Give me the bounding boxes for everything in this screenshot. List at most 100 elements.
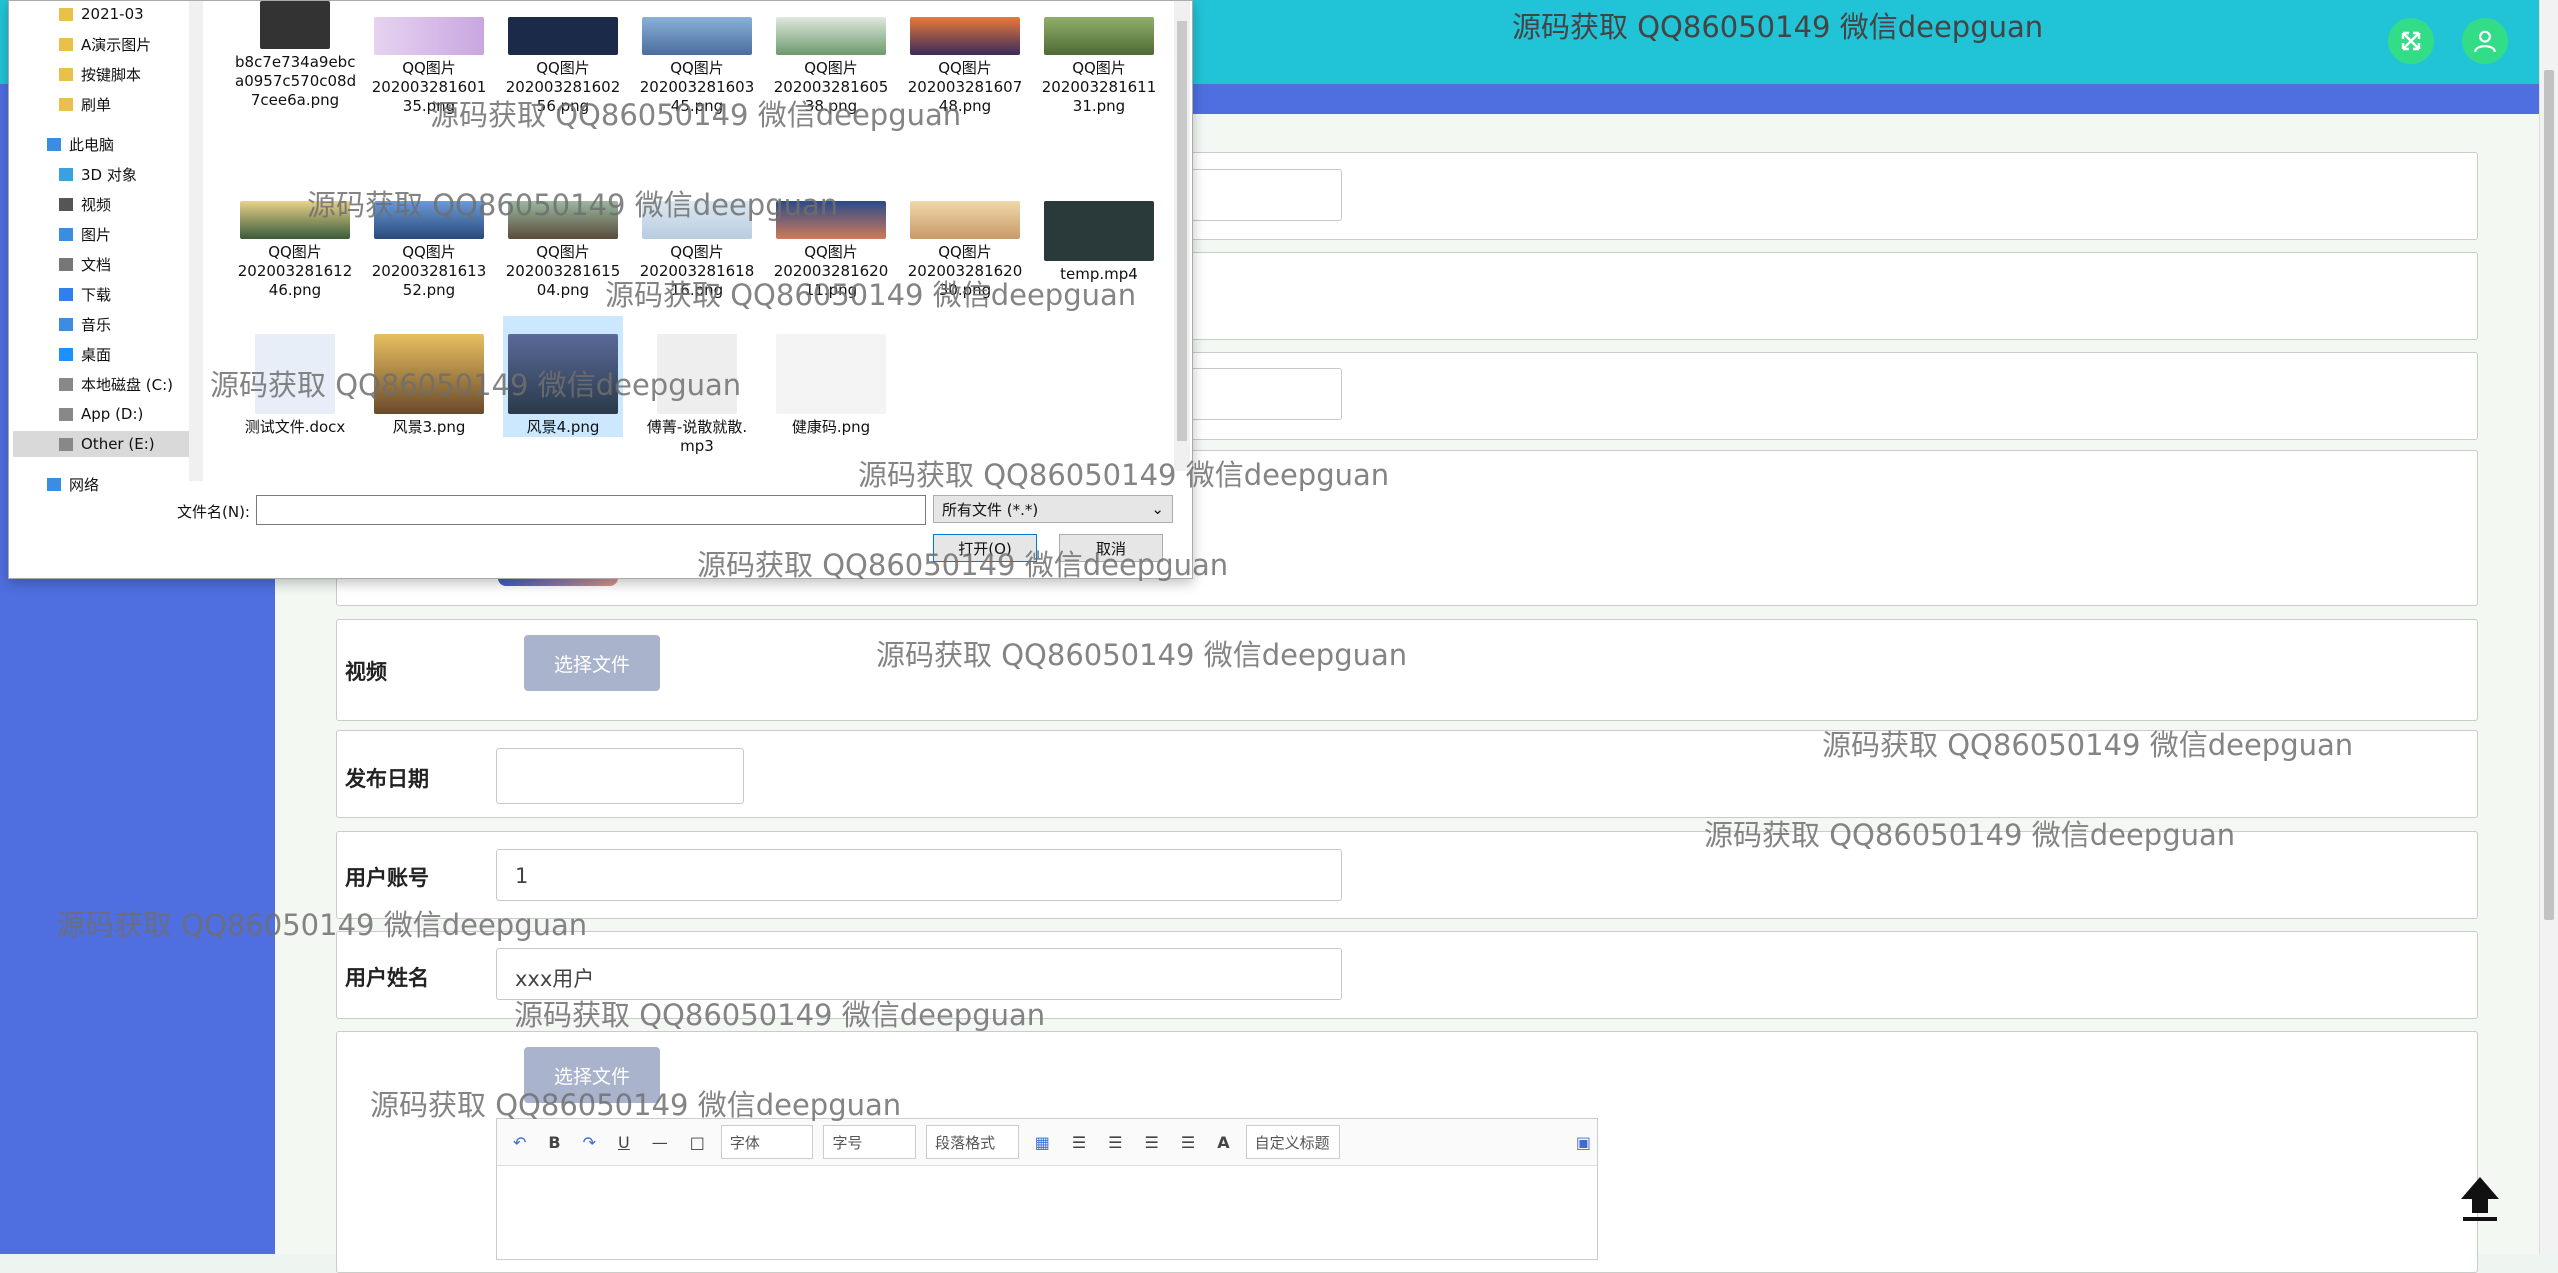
file-item[interactable]: 健康码.png (771, 316, 891, 437)
watermark-text: 源码获取 QQ86050149 微信deepguan (210, 368, 742, 402)
header-watermark: 源码获取 QQ86050149 微信deepguan (1512, 10, 2044, 44)
tree-item[interactable]: 2021-03 (59, 1, 144, 27)
page-scrollbar-thumb[interactable] (2544, 70, 2554, 920)
folder-icon (59, 97, 73, 111)
align-center-icon[interactable]: ☰ (1139, 1133, 1165, 1152)
user-button[interactable] (2462, 18, 2508, 64)
file-name-line: 测试文件.docx (244, 418, 346, 436)
file-name-line: QQ图片 (536, 59, 590, 77)
file-name-line: QQ图片 (1072, 59, 1126, 77)
underline-icon[interactable]: U (612, 1133, 636, 1152)
paragraph-select[interactable]: 段落格式 (926, 1125, 1019, 1159)
tree-item[interactable]: 音乐 (59, 311, 111, 337)
file-thumbnail (776, 334, 886, 414)
custom-heading-value: 自定义标题 (1254, 1133, 1330, 1152)
tree-item-label: 3D 对象 (81, 165, 137, 184)
drive-icon (59, 437, 73, 451)
date-input[interactable] (496, 748, 744, 804)
tree-item[interactable]: 本地磁盘 (C:) (59, 371, 173, 397)
tree-item[interactable]: 文档 (59, 251, 111, 277)
file-item[interactable]: QQ图片 202003281611 31.png (1039, 11, 1159, 116)
music-icon (59, 317, 73, 331)
tree-item-label: 此电脑 (69, 135, 115, 154)
file-item[interactable]: b8c7e734a9ebc a0957c570c08d 7cee6a.png (235, 1, 357, 110)
account-label: 用户账号 (345, 866, 429, 890)
file-name-line: 52.png (402, 281, 456, 299)
align-right-icon[interactable]: ☰ (1102, 1133, 1128, 1152)
tree-item[interactable]: 此电脑 (47, 131, 114, 157)
tree-item[interactable]: 刷单 (59, 91, 111, 117)
filetype-value: 所有文件 (*.*) (942, 500, 1039, 519)
tree-item-label: 刷单 (81, 95, 112, 114)
filetype-select[interactable]: 所有文件 (*.*) ⌄ (933, 495, 1173, 523)
tree-item[interactable]: 视频 (59, 191, 111, 217)
tree-item-label: 2021-03 (81, 5, 144, 23)
watermark-text: 源码获取 QQ86050149 微信deepguan (514, 998, 1046, 1032)
watermark-text: 源码获取 QQ86050149 微信deepguan (858, 458, 1390, 492)
file-list: b8c7e734a9ebc a0957c570c08d 7cee6a.png QQ图片… (209, 1, 1169, 481)
folder-icon (59, 67, 73, 81)
tree-item[interactable]: 图片 (59, 221, 111, 247)
undo-icon[interactable]: ↶ (507, 1133, 532, 1152)
custom-heading-select[interactable]: 自定义标题 (1245, 1125, 1340, 1159)
computer-icon (47, 137, 61, 151)
font-color-icon[interactable]: A (1211, 1133, 1235, 1152)
tree-item[interactable]: A演示图片 (59, 31, 151, 57)
tree-item-label: 下载 (81, 285, 112, 304)
page-icon[interactable]: □ (684, 1133, 711, 1152)
align-justify-icon[interactable]: ☰ (1175, 1133, 1201, 1152)
tree-item[interactable]: 3D 对象 (59, 161, 137, 187)
file-item[interactable]: temp.mp4 (1039, 195, 1159, 284)
video-label: 视频 (345, 660, 387, 684)
tree-item[interactable]: 网络 (47, 471, 99, 497)
tree-item[interactable]: 桌面 (59, 341, 111, 367)
rich-text-editor[interactable]: ↶ B ↷ U — □ 字体 字号 段落格式 ▦ ☰ ☰ ☰ ☰ A 自定义标题… (496, 1118, 1598, 1260)
account-input[interactable]: 1 (496, 849, 1342, 901)
tree-item[interactable]: Other (E:) (13, 431, 189, 457)
fullscreen-button[interactable] (2388, 18, 2434, 64)
page-scrollbar[interactable] (2539, 0, 2558, 1254)
file-name-line: 202003281612 (237, 262, 353, 280)
video-select-file-button[interactable]: 选择文件 (524, 635, 660, 691)
file-name-line: 傅菁-说散就散. (646, 418, 748, 436)
bold-icon[interactable]: B (542, 1133, 566, 1152)
watermark-text: 源码获取 QQ86050149 微信deepguan (370, 1088, 902, 1122)
folder-tree: 2021-03 A演示图片按键脚本刷单此电脑 3D 对象视频图片文档下载音乐桌面本地… (9, 1, 199, 494)
file-name-line: QQ图片 (402, 59, 456, 77)
file-name-line: QQ图片 (402, 243, 456, 261)
tree-item-label: 按键脚本 (81, 65, 142, 84)
filename-input[interactable] (256, 495, 926, 525)
back-to-top-button[interactable] (2450, 1168, 2510, 1228)
tree-item[interactable]: 按键脚本 (59, 61, 141, 87)
file-name-line: QQ图片 (938, 243, 992, 261)
tree-item[interactable]: 下载 (59, 281, 111, 307)
tree-item-label: 音乐 (81, 315, 112, 334)
cube-icon (59, 167, 73, 181)
file-name-line: 风景3.png (392, 418, 466, 436)
file-name-line: QQ图片 (804, 243, 858, 261)
preview-icon[interactable]: ▣ (1570, 1133, 1597, 1152)
file-thumbnail (642, 17, 752, 55)
document-icon (59, 257, 73, 271)
file-list-scrollbar[interactable] (1174, 1, 1190, 471)
file-list-scrollbar-thumb[interactable] (1177, 21, 1187, 441)
folder-tree-scrollbar[interactable] (189, 1, 203, 481)
file-name-line: QQ图片 (536, 243, 590, 261)
tree-item[interactable]: App (D:) (59, 401, 143, 427)
font-family-value: 字体 (729, 1133, 760, 1152)
tree-item-label: App (D:) (81, 405, 144, 423)
horizontal-rule-icon[interactable]: — (646, 1133, 674, 1152)
chevron-down-icon: ⌄ (1151, 500, 1164, 518)
redo-icon[interactable]: ↷ (577, 1133, 602, 1152)
font-size-value: 字号 (832, 1133, 863, 1152)
folder-icon (59, 7, 73, 21)
file-name-line: a0957c570c08d (235, 72, 357, 90)
file-name-line: mp3 (680, 437, 714, 455)
watermark-text: 源码获取 QQ86050149 微信deepguan (605, 278, 1137, 312)
font-family-select[interactable]: 字体 (720, 1125, 814, 1159)
table-icon[interactable]: ▦ (1029, 1133, 1056, 1152)
align-left-icon[interactable]: ☰ (1066, 1133, 1092, 1152)
font-size-select[interactable]: 字号 (823, 1125, 917, 1159)
watermark-text: 源码获取 QQ86050149 微信deepguan (876, 638, 1408, 672)
picture-icon (59, 227, 73, 241)
